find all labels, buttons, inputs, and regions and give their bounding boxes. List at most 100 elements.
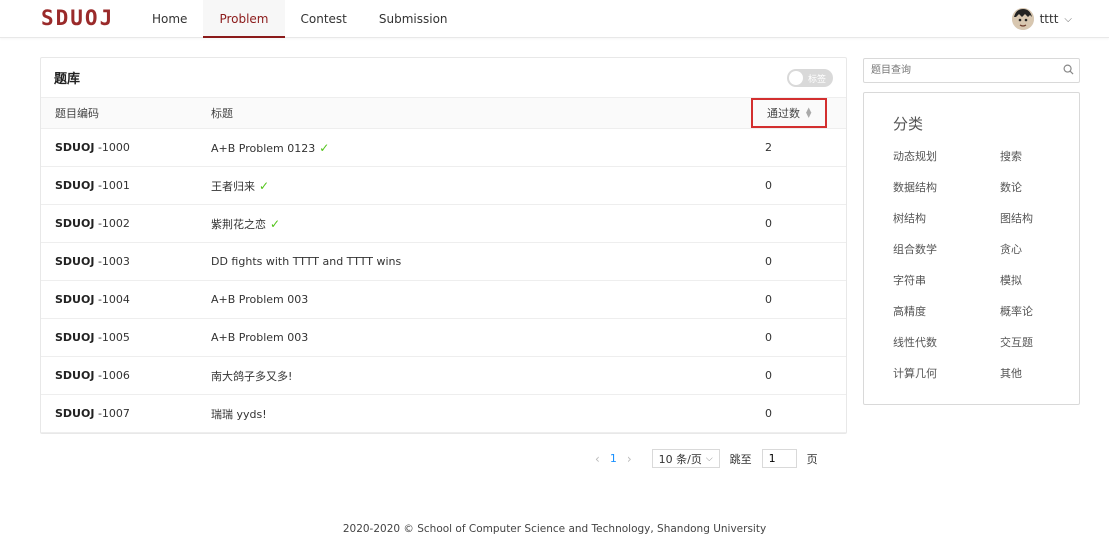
table-row[interactable]: SDUOJ -1002 紫荆花之恋 ✓ 0 (41, 204, 846, 243)
problem-title[interactable]: A+B Problem 003 (211, 331, 308, 344)
table-row[interactable]: SDUOJ -1006 南大鸽子多又多! 0 (41, 356, 846, 395)
table-row[interactable]: SDUOJ -1005 A+B Problem 003 0 (41, 318, 846, 357)
sort-icon[interactable]: ▲ ▼ (806, 107, 811, 119)
problem-code-number: -1004 (97, 293, 130, 306)
problem-title-cell[interactable]: A+B Problem 003 (211, 318, 765, 357)
problem-title[interactable]: DD fights with TTTT and TTTT wins (211, 255, 401, 268)
problem-title[interactable]: A+B Problem 0123 (211, 142, 315, 155)
toggle-label: 标签 (807, 74, 826, 85)
accepted-count: 0 (765, 394, 846, 433)
problem-search-input[interactable] (864, 60, 1057, 81)
column-header-code: 题目编码 (41, 98, 211, 129)
category-item[interactable]: 树结构 (893, 210, 1000, 241)
nav-submission[interactable]: Submission (363, 0, 464, 38)
category-item[interactable]: 数论 (1000, 179, 1060, 210)
problem-title[interactable]: 瑞瑞 yyds! (211, 408, 267, 421)
user-menu[interactable]: tttt ⌵ (1011, 8, 1072, 30)
category-item[interactable]: 组合数学 (893, 241, 1000, 272)
problem-title[interactable]: A+B Problem 003 (211, 293, 308, 306)
sduoj-logo[interactable]: SDUOJ (41, 6, 114, 30)
category-item[interactable]: 搜索 (1000, 148, 1060, 179)
problem-code-prefix: SDUOJ (55, 407, 95, 420)
category-item[interactable]: 图结构 (1000, 210, 1060, 241)
problem-code-number: -1006 (97, 369, 130, 382)
problem-title-cell[interactable]: A+B Problem 003 (211, 280, 765, 319)
avatar (1011, 8, 1034, 30)
problem-title-cell[interactable]: 瑞瑞 yyds! (211, 394, 765, 433)
problem-search (863, 58, 1080, 83)
problem-code-number: -1001 (97, 179, 130, 192)
problem-code[interactable]: SDUOJ -1002 (41, 204, 211, 243)
table-row[interactable]: SDUOJ -1007 瑞瑞 yyds! 0 (41, 394, 846, 433)
toggle-knob (789, 70, 803, 85)
problem-code[interactable]: SDUOJ -1001 (41, 166, 211, 205)
table-row[interactable]: SDUOJ -1004 A+B Problem 003 0 (41, 280, 846, 319)
solved-check-icon: ✓ (319, 140, 330, 155)
pagination: ‹ 1 › 10 条/页 ⌵ 跳至 页 (595, 449, 818, 468)
highlighted-sort-header[interactable]: 通过数 ▲ ▼ (751, 98, 828, 128)
category-item[interactable]: 动态规划 (893, 148, 1000, 179)
accepted-count: 2 (765, 128, 846, 167)
problem-title-cell[interactable]: 王者归来 ✓ (211, 166, 765, 205)
page-size-value: 10 条/页 (658, 452, 702, 466)
page-suffix: 页 (806, 452, 818, 466)
category-item[interactable]: 概率论 (1000, 303, 1060, 334)
problem-title[interactable]: 南大鸽子多又多! (211, 370, 292, 383)
problem-code[interactable]: SDUOJ -1000 (41, 128, 211, 167)
jump-page-input[interactable] (761, 449, 797, 468)
problem-title-cell[interactable]: A+B Problem 0123 ✓ (211, 128, 765, 167)
accepted-count: 0 (765, 204, 846, 243)
jump-label: 跳至 (729, 452, 752, 466)
problem-title-cell[interactable]: 紫荆花之恋 ✓ (211, 204, 765, 243)
search-icon[interactable] (1057, 64, 1079, 78)
problem-code[interactable]: SDUOJ -1007 (41, 394, 211, 433)
tag-toggle-switch[interactable]: 标签 (787, 68, 833, 87)
main-nav: Home Problem Contest Submission (136, 0, 464, 38)
category-item[interactable]: 数据结构 (893, 179, 1000, 210)
problem-code[interactable]: SDUOJ -1004 (41, 280, 211, 319)
table-row[interactable]: SDUOJ -1003 DD fights with TTTT and TTTT … (41, 242, 846, 281)
nav-problem[interactable]: Problem (203, 0, 285, 38)
problem-title[interactable]: 王者归来 (211, 180, 255, 193)
accepted-count: 0 (765, 166, 846, 205)
nav-home[interactable]: Home (136, 0, 203, 38)
nav-contest[interactable]: Contest (285, 0, 363, 38)
category-item[interactable]: 交互题 (1000, 334, 1060, 365)
problem-code-prefix: SDUOJ (55, 141, 95, 154)
solved-check-icon: ✓ (270, 216, 281, 231)
table-row[interactable]: SDUOJ -1001 王者归来 ✓ 0 (41, 166, 846, 205)
accepted-count: 0 (765, 356, 846, 395)
chevron-down-icon: ⌵ (1064, 13, 1072, 25)
category-item[interactable]: 贪心 (1000, 241, 1060, 272)
prev-page-icon[interactable]: ‹ (595, 452, 600, 466)
problem-code-number: -1002 (97, 217, 130, 230)
solved-check-icon: ✓ (259, 178, 270, 193)
card-title: 题库 (54, 72, 81, 87)
problem-code-prefix: SDUOJ (55, 331, 95, 344)
page-size-select[interactable]: 10 条/页 ⌵ (651, 449, 720, 468)
category-item[interactable]: 计算几何 (893, 365, 1000, 396)
category-item[interactable]: 高精度 (893, 303, 1000, 334)
category-item[interactable]: 模拟 (1000, 272, 1060, 303)
problem-title[interactable]: 紫荆花之恋 (211, 218, 266, 231)
problem-title-cell[interactable]: 南大鸽子多又多! (211, 356, 765, 395)
problem-title-cell[interactable]: DD fights with TTTT and TTTT wins (211, 242, 765, 281)
problem-code[interactable]: SDUOJ -1005 (41, 318, 211, 357)
next-page-icon[interactable]: › (627, 452, 632, 466)
category-item[interactable]: 线性代数 (893, 334, 1000, 365)
table-row[interactable]: SDUOJ -1000 A+B Problem 0123 ✓ 2 (41, 128, 846, 167)
problem-code[interactable]: SDUOJ -1003 (41, 242, 211, 281)
accepted-count: 0 (765, 280, 846, 319)
category-item[interactable]: 字符串 (893, 272, 1000, 303)
accepted-header-label: 通过数 (767, 107, 800, 120)
page-1-link[interactable]: 1 (610, 452, 617, 465)
column-header-title: 标题 (211, 98, 765, 129)
problem-code[interactable]: SDUOJ -1006 (41, 356, 211, 395)
column-header-accepted[interactable]: 通过数 ▲ ▼ (751, 98, 846, 129)
category-title: 分类 (893, 115, 924, 133)
problem-code-prefix: SDUOJ (55, 179, 95, 192)
accepted-count: 0 (765, 242, 846, 281)
category-item[interactable]: 其他 (1000, 365, 1060, 396)
problem-code-prefix: SDUOJ (55, 293, 95, 306)
problem-list-card: 题库 标签 题目编码 标题 通过数 ▲ ▼ SDUOJ -1000 A+B Prob… (40, 57, 847, 434)
